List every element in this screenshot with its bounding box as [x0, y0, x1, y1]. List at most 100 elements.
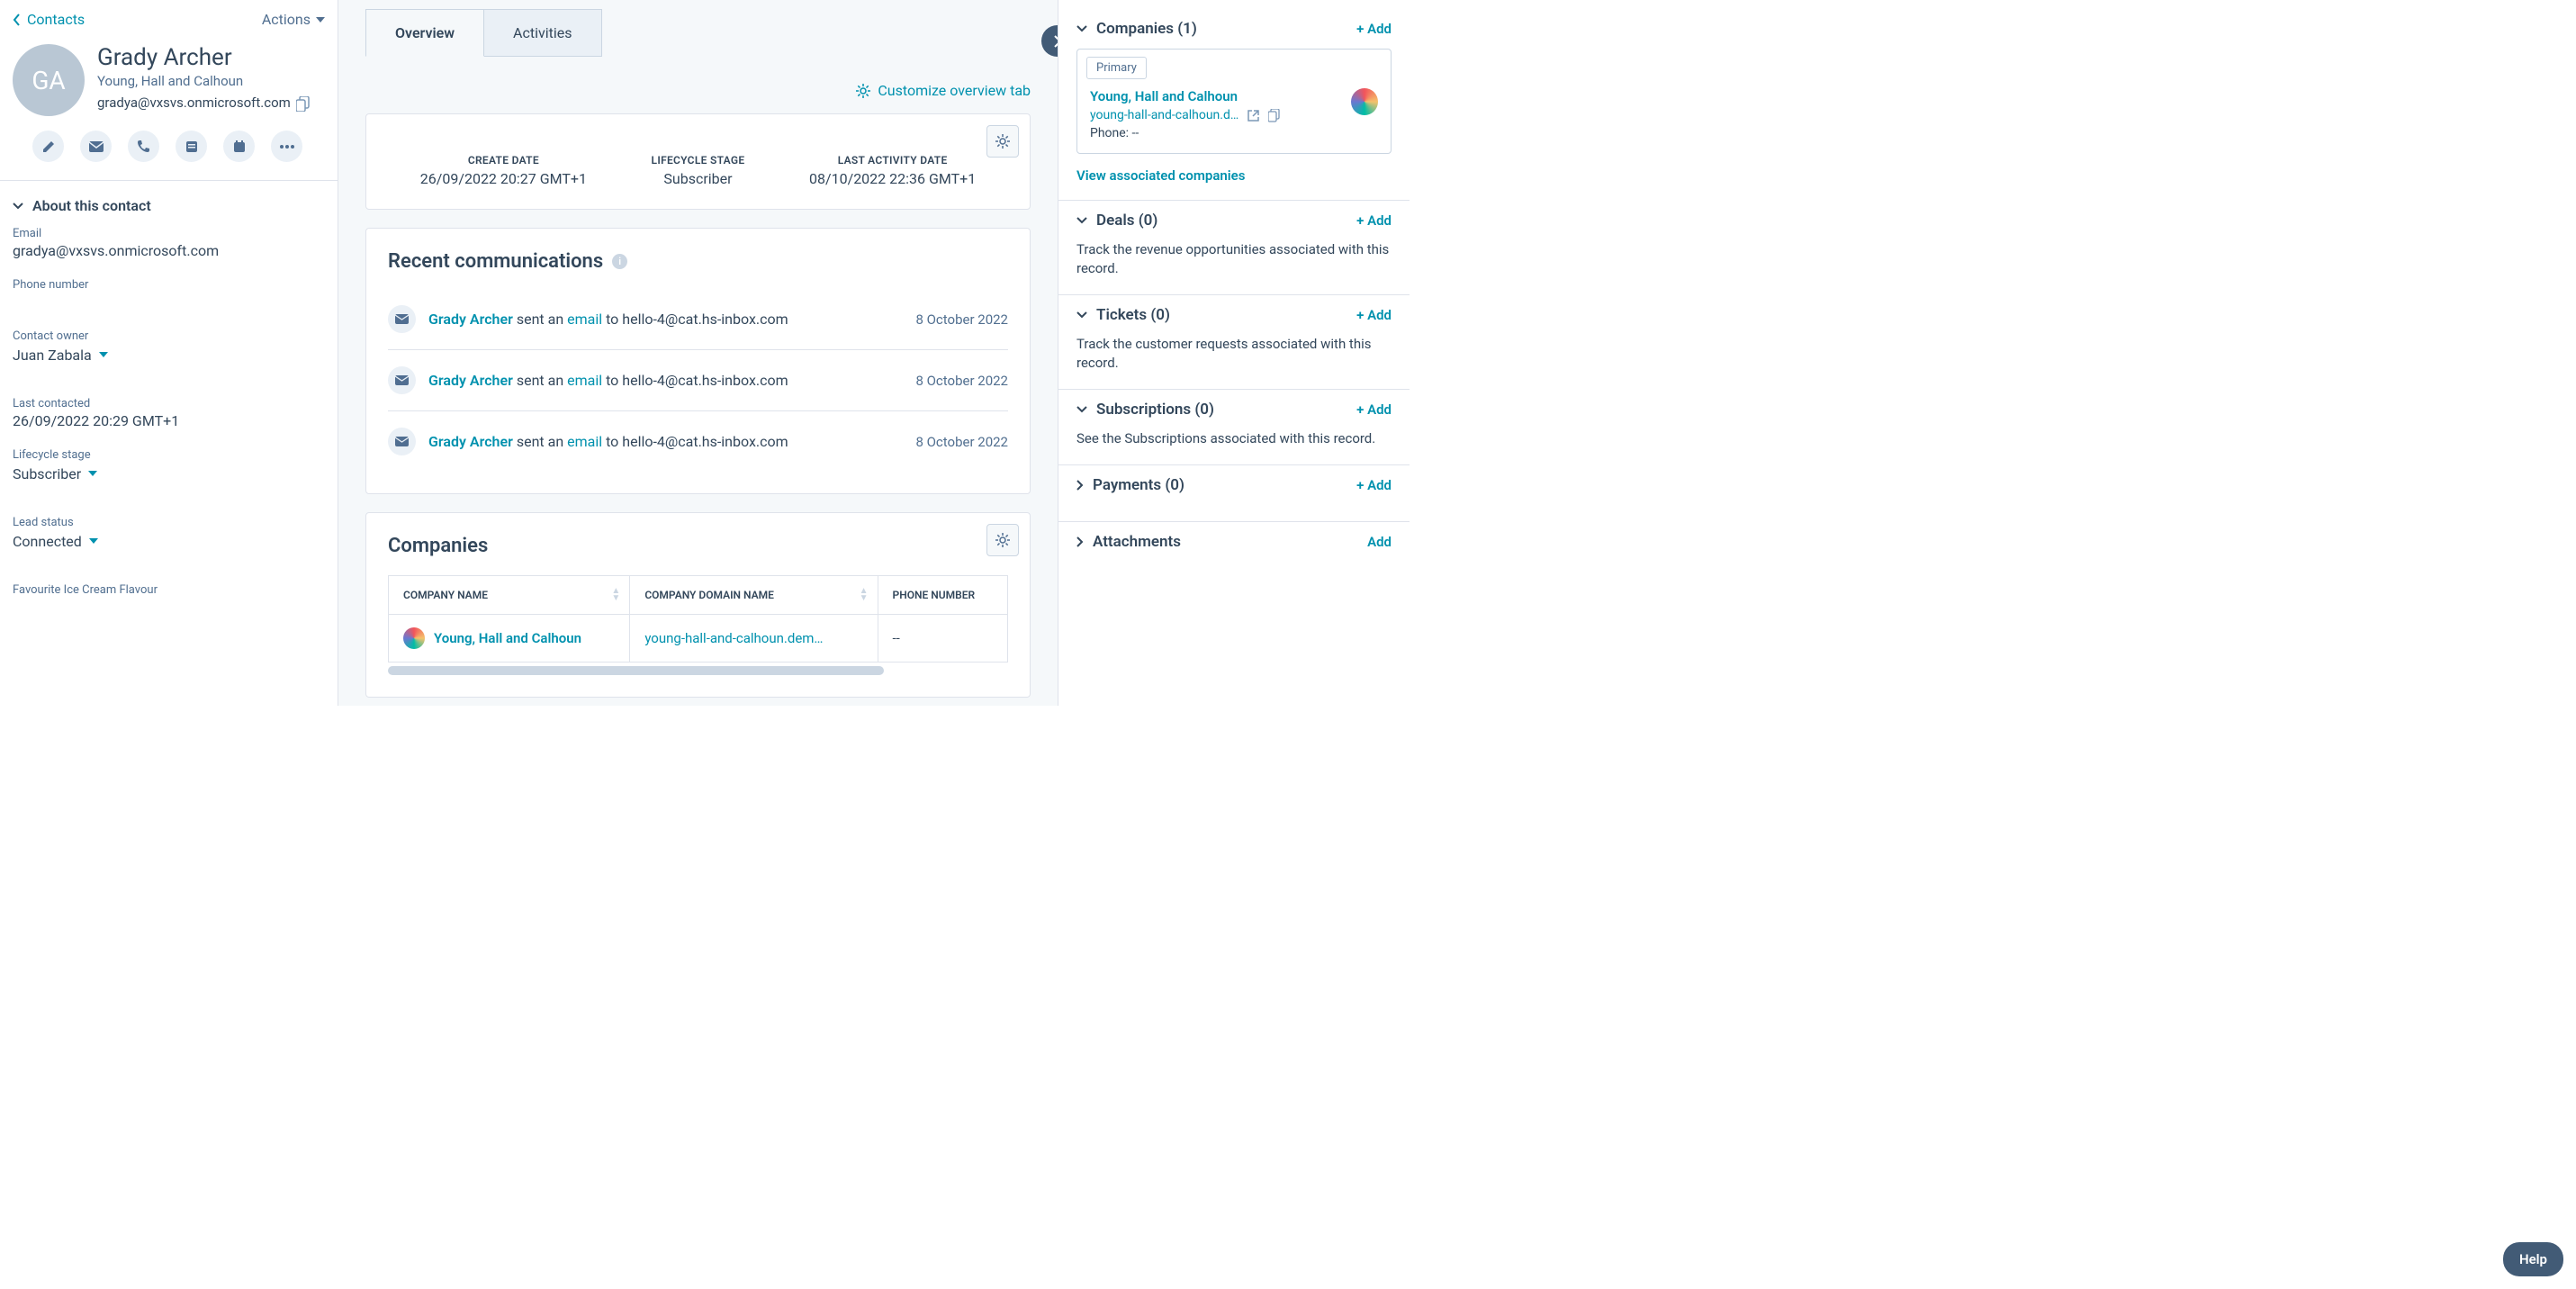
main-content: Overview Activities Customize overview t… — [338, 0, 1058, 706]
chevron-down-icon — [1076, 311, 1087, 319]
collapse-right-button[interactable] — [1041, 25, 1058, 57]
subscriptions-add-button[interactable]: + Add — [1356, 401, 1392, 418]
communication-row[interactable]: Grady Archer sent an email to hello-4@ca… — [388, 350, 1008, 411]
gear-icon — [856, 84, 870, 98]
companies-section-toggle[interactable]: Companies (1) — [1076, 20, 1197, 38]
back-contacts-link[interactable]: Contacts — [13, 11, 85, 28]
tickets-description: Track the customer requests associated w… — [1076, 335, 1392, 373]
owner-field-label: Contact owner — [13, 329, 325, 343]
companies-add-button[interactable]: + Add — [1356, 21, 1392, 37]
col-company-domain[interactable]: COMPANY DOMAIN NAME ▲▼ — [630, 576, 878, 615]
deals-section-toggle[interactable]: Deals (0) — [1076, 212, 1157, 230]
communication-email-link[interactable]: email — [567, 433, 602, 450]
companies-card-title: Companies — [388, 535, 488, 557]
horizontal-scrollbar[interactable] — [388, 666, 884, 675]
info-icon[interactable]: i — [612, 254, 627, 269]
subscriptions-section-toggle[interactable]: Subscriptions (0) — [1076, 401, 1214, 419]
back-label: Contacts — [27, 11, 85, 28]
note-action-button[interactable] — [32, 131, 64, 162]
create-date-value: 26/09/2022 20:27 GMT+1 — [420, 170, 587, 187]
email-icon — [388, 428, 416, 455]
contact-avatar[interactable]: GA — [13, 44, 85, 116]
contact-company: Young, Hall and Calhoun — [97, 73, 310, 89]
caret-down-icon — [316, 17, 325, 23]
contact-email: gradya@vxsvs.onmicrosoft.com — [97, 95, 291, 111]
communication-sender[interactable]: Grady Archer — [428, 433, 513, 450]
lifecycle-stage-label: LIFECYCLE STAGE — [652, 154, 745, 167]
communication-sender[interactable]: Grady Archer — [428, 311, 513, 328]
chevron-down-icon — [1076, 217, 1087, 224]
view-companies-link[interactable]: View associated companies — [1076, 167, 1245, 184]
copy-icon[interactable] — [1268, 109, 1280, 122]
tickets-add-button[interactable]: + Add — [1356, 307, 1392, 323]
communication-row[interactable]: Grady Archer sent an email to hello-4@ca… — [388, 411, 1008, 472]
summary-card: CREATE DATE 26/09/2022 20:27 GMT+1 LIFEC… — [365, 113, 1031, 210]
col-phone-number[interactable]: PHONE NUMBER — [878, 576, 1008, 615]
last-contacted-value: 26/09/2022 20:29 GMT+1 — [13, 412, 325, 432]
caret-down-icon — [88, 471, 97, 476]
log-action-button[interactable] — [176, 131, 207, 162]
attachments-add-button[interactable]: Add — [1367, 534, 1392, 550]
communication-date: 8 October 2022 — [915, 373, 1008, 389]
phone-field-label: Phone number — [13, 278, 325, 292]
tab-activities[interactable]: Activities — [484, 9, 601, 57]
create-date-label: CREATE DATE — [420, 154, 587, 167]
email-icon — [388, 305, 416, 333]
right-sidebar: Companies (1) + Add Primary Young, Hall … — [1058, 0, 1410, 706]
about-section-title: About this contact — [32, 197, 151, 214]
communications-title: Recent communications — [388, 250, 603, 273]
communication-email-link[interactable]: email — [567, 372, 602, 389]
actions-menu[interactable]: Actions — [262, 11, 325, 28]
more-actions-button[interactable] — [271, 131, 302, 162]
company-card-domain[interactable]: young-hall-and-calhoun.d… — [1090, 108, 1238, 122]
flavour-field-label: Favourite Ice Cream Flavour — [13, 583, 325, 597]
lifecycle-stage-value: Subscriber — [652, 170, 745, 187]
chevron-left-icon — [13, 14, 22, 26]
payments-section-toggle[interactable]: Payments (0) — [1076, 476, 1184, 494]
owner-field-value[interactable]: Juan Zabala — [13, 345, 108, 365]
primary-badge: Primary — [1086, 57, 1147, 79]
help-button[interactable]: Help — [2503, 1242, 2563, 1276]
external-link-icon[interactable] — [1247, 110, 1259, 122]
tab-overview[interactable]: Overview — [365, 9, 484, 57]
email-icon — [388, 366, 416, 394]
communication-sender[interactable]: Grady Archer — [428, 372, 513, 389]
communication-text: Grady Archer sent an email to hello-4@ca… — [428, 311, 903, 328]
task-action-button[interactable] — [223, 131, 255, 162]
about-section-toggle[interactable]: About this contact — [0, 181, 338, 227]
col-company-name[interactable]: COMPANY NAME ▲▼ — [389, 576, 630, 615]
deals-add-button[interactable]: + Add — [1356, 212, 1392, 229]
company-row-domain[interactable]: young-hall-and-calhoun.dem… — [630, 615, 878, 663]
payments-add-button[interactable]: + Add — [1356, 477, 1392, 493]
actions-label: Actions — [262, 11, 311, 28]
chevron-down-icon — [1076, 406, 1087, 413]
email-field-value[interactable]: gradya@vxsvs.onmicrosoft.com — [13, 242, 325, 262]
lifecycle-field-label: Lifecycle stage — [13, 448, 325, 462]
company-row-name[interactable]: Young, Hall and Calhoun — [434, 630, 581, 646]
copy-icon[interactable] — [296, 96, 310, 112]
attachments-section-toggle[interactable]: Attachments — [1076, 533, 1181, 551]
communication-email-link[interactable]: email — [567, 311, 602, 328]
lifecycle-field-value[interactable]: Subscriber — [13, 464, 97, 483]
lead-status-label: Lead status — [13, 516, 325, 529]
caret-down-icon — [99, 352, 108, 357]
table-row[interactable]: Young, Hall and Calhoun young-hall-and-c… — [389, 615, 1008, 663]
email-action-button[interactable] — [80, 131, 112, 162]
communications-card: Recent communications i Grady Archer sen… — [365, 228, 1031, 494]
company-card-name[interactable]: Young, Hall and Calhoun — [1090, 88, 1280, 104]
lead-status-value[interactable]: Connected — [13, 531, 98, 551]
communication-text: Grady Archer sent an email to hello-4@ca… — [428, 372, 903, 389]
chevron-down-icon — [1076, 25, 1087, 32]
deals-description: Track the revenue opportunities associat… — [1076, 240, 1392, 278]
summary-settings-button[interactable] — [986, 125, 1019, 158]
left-sidebar: Contacts Actions GA Grady Archer Young, … — [0, 0, 338, 706]
call-action-button[interactable] — [128, 131, 159, 162]
communication-text: Grady Archer sent an email to hello-4@ca… — [428, 433, 903, 450]
chevron-right-icon — [1076, 480, 1084, 491]
customize-overview-link[interactable]: Customize overview tab — [878, 82, 1031, 99]
communication-date: 8 October 2022 — [915, 434, 1008, 450]
phone-field-value[interactable] — [13, 293, 325, 313]
companies-settings-button[interactable] — [986, 524, 1019, 556]
communication-row[interactable]: Grady Archer sent an email to hello-4@ca… — [388, 289, 1008, 350]
tickets-section-toggle[interactable]: Tickets (0) — [1076, 306, 1170, 324]
